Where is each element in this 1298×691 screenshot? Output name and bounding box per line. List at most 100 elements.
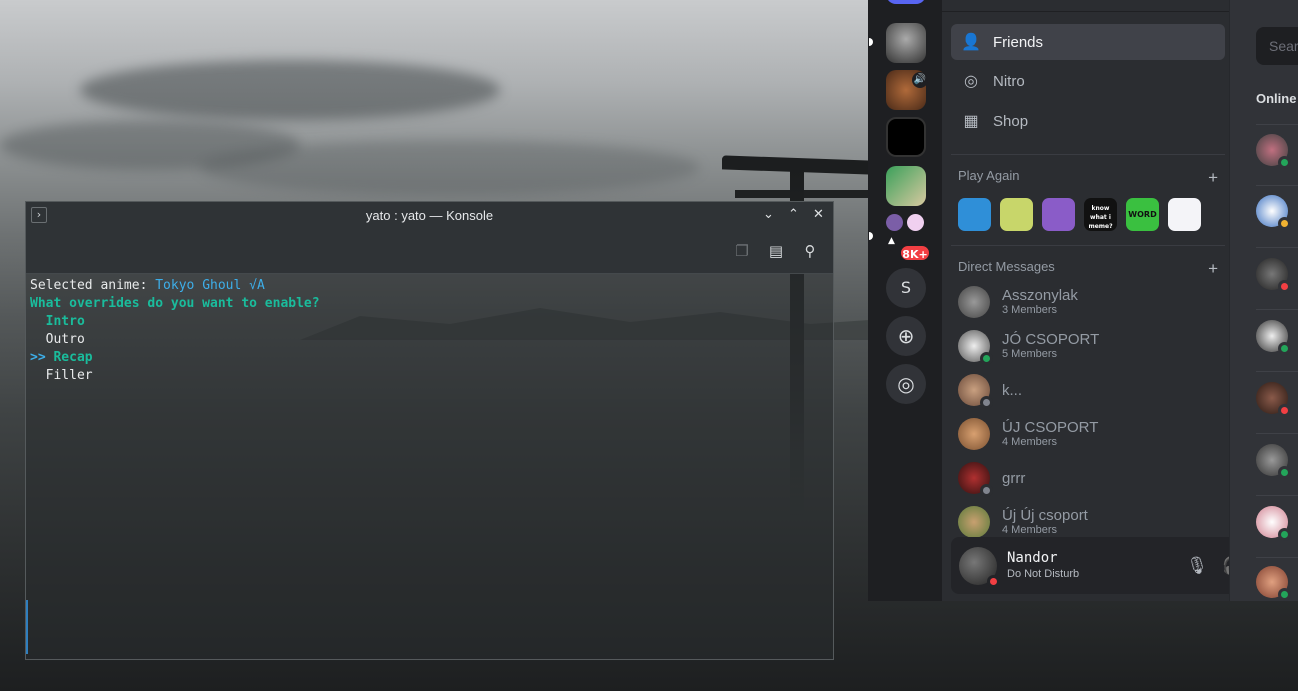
maximize-button[interactable]: ⌃ — [785, 206, 802, 223]
discord-window[interactable]: 🔊 ▲ 8K+ S ⊕ ◎ 👤 Friends ◎ Nitro ▦ Shop P… — [868, 0, 1298, 601]
speaker-icon: 🔊 — [912, 72, 928, 88]
server-icon[interactable] — [886, 117, 926, 157]
plus-icon[interactable]: + — [1208, 168, 1218, 188]
status-online-icon — [980, 352, 993, 365]
status-dnd-icon — [1278, 280, 1291, 293]
search-icon[interactable]: ⚲ — [800, 241, 820, 261]
microphone-icon[interactable]: 🎙 — [1185, 554, 1209, 578]
konsole-titlebar[interactable]: › yato : yato — Konsole ⌄ ⌃ ✕ — [26, 202, 833, 228]
game-icon[interactable] — [1000, 198, 1033, 231]
status-offline-icon — [980, 396, 993, 409]
status-dnd-icon — [987, 575, 1000, 588]
status-dnd-icon — [1278, 404, 1291, 417]
avatar[interactable] — [1256, 382, 1291, 417]
dm-subtitle: 3 Members — [1002, 304, 1058, 316]
dm-subtitle: 5 Members — [1002, 348, 1058, 360]
divider — [1256, 371, 1298, 372]
folder-server-icon: ▲ — [888, 236, 895, 246]
paste-icon[interactable]: ▤ — [766, 241, 786, 261]
nav-shop-label: Shop — [993, 112, 1029, 130]
home-button[interactable] — [886, 0, 926, 4]
divider — [1256, 309, 1298, 310]
nav-nitro-label: Nitro — [993, 72, 1025, 90]
status-online-icon — [1278, 466, 1291, 479]
avatar — [958, 418, 990, 450]
server-icon[interactable] — [886, 166, 926, 206]
mention-badge: 8K+ — [899, 244, 931, 262]
dm-item[interactable]: ÚJ CSOPORT 4 Members — [951, 412, 1225, 456]
play-again-label: Play Again — [958, 168, 1020, 183]
nav-shop[interactable]: ▦ Shop — [951, 103, 1225, 139]
game-icon[interactable]: know what i meme? — [1084, 198, 1117, 231]
folder-server-icon — [886, 214, 903, 231]
terminal-output[interactable]: Selected anime: Tokyo Ghoul √A What over… — [26, 274, 833, 659]
nav-friends[interactable]: 👤 Friends — [951, 24, 1225, 60]
topbar — [942, 0, 1229, 12]
option-recap[interactable]: >> Recap — [30, 349, 829, 367]
close-button[interactable]: ✕ — [810, 206, 827, 223]
terminal-line: Selected anime: Tokyo Ghoul √A — [30, 277, 829, 295]
avatar[interactable] — [1256, 444, 1291, 479]
channel-sidebar: 👤 Friends ◎ Nitro ▦ Shop Play Again + kn… — [942, 0, 1298, 601]
divider — [951, 154, 1225, 155]
status-online-icon — [1278, 588, 1291, 601]
plus-icon[interactable]: + — [1208, 259, 1218, 279]
window-title: yato : yato — Konsole — [365, 207, 494, 223]
scrollbar-indicator[interactable] — [26, 600, 28, 654]
add-server-icon[interactable]: ⊕ — [886, 316, 926, 356]
server-icon-s[interactable]: S — [886, 268, 926, 308]
game-icon[interactable]: WORD 10 — [1126, 198, 1159, 231]
dm-item[interactable]: grrr — [951, 456, 1225, 500]
status-online-icon — [1278, 156, 1291, 169]
dm-subtitle: 4 Members — [1002, 524, 1058, 536]
avatar[interactable] — [1256, 195, 1291, 230]
minimize-button[interactable]: ⌄ — [760, 206, 777, 223]
avatar[interactable] — [1256, 134, 1291, 169]
option-outro[interactable]: Outro — [30, 331, 829, 349]
dm-name: Új Új csoport — [1002, 507, 1088, 524]
dm-subtitle: 4 Members — [1002, 436, 1058, 448]
direct-messages-label: Direct Messages — [958, 259, 1055, 274]
konsole-window[interactable]: › yato : yato — Konsole ⌄ ⌃ ✕ ❐ ▤ ⚲ Sele… — [25, 201, 834, 660]
avatar[interactable] — [1256, 506, 1291, 541]
selected-anime-label: Selected anime: — [30, 278, 156, 293]
wallpaper-cloud — [200, 140, 700, 195]
divider — [1256, 557, 1298, 558]
avatar — [958, 286, 990, 318]
game-icon[interactable] — [1042, 198, 1075, 231]
avatar — [958, 374, 993, 409]
copy-icon[interactable]: ❐ — [732, 241, 752, 261]
avatar[interactable] — [959, 547, 1000, 588]
status-offline-icon — [980, 484, 993, 497]
terminal-icon[interactable]: › — [31, 207, 47, 223]
shop-icon: ▦ — [963, 113, 979, 130]
nav-nitro[interactable]: ◎ Nitro — [951, 63, 1225, 99]
folder-server-icon — [907, 214, 924, 231]
server-icon[interactable] — [886, 23, 926, 63]
dm-item[interactable]: k... — [951, 368, 1225, 412]
unread-pill — [869, 232, 873, 240]
dm-item[interactable]: JÓ CSOPORT 5 Members — [951, 324, 1225, 368]
dm-name: ÚJ CSOPORT — [1002, 419, 1099, 436]
divider — [1256, 124, 1298, 125]
avatar — [958, 462, 993, 497]
game-icon[interactable] — [958, 198, 991, 231]
divider — [1256, 247, 1298, 248]
divider — [1256, 495, 1298, 496]
avatar[interactable] — [1256, 320, 1291, 355]
dm-name: k... — [1002, 381, 1023, 399]
prompt-question: What overrides do you want to enable? — [30, 296, 320, 311]
avatar[interactable] — [1256, 566, 1291, 601]
divider — [1256, 433, 1298, 434]
game-icon[interactable] — [1168, 198, 1201, 231]
status-online-icon — [1278, 528, 1291, 541]
option-filler[interactable]: Filler — [30, 367, 829, 385]
search-input[interactable]: Sear — [1256, 27, 1298, 65]
option-intro[interactable]: Intro — [30, 313, 829, 331]
avatar[interactable] — [1256, 258, 1291, 293]
status-online-icon — [1278, 342, 1291, 355]
selected-anime-value: Tokyo Ghoul √A — [155, 278, 265, 293]
explore-icon[interactable]: ◎ — [886, 364, 926, 404]
dm-item[interactable]: Asszonylak 3 Members — [951, 280, 1225, 324]
username[interactable]: Nandor — [1007, 550, 1058, 566]
